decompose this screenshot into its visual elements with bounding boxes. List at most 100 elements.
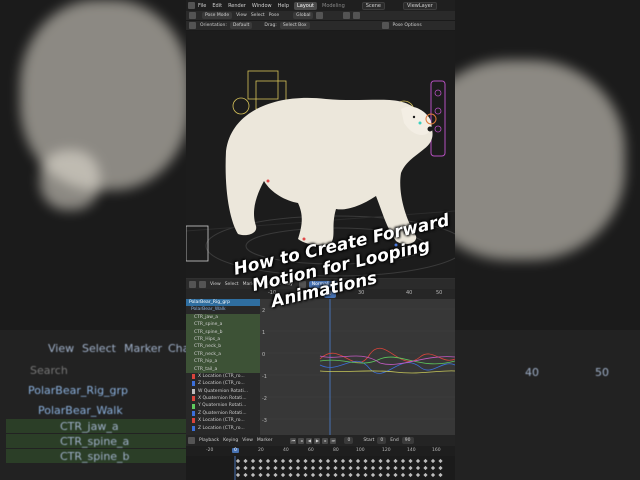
- keyframe-diamond[interactable]: [400, 465, 406, 471]
- next-key-icon[interactable]: ▸: [322, 437, 329, 444]
- keyframe-diamond[interactable]: [370, 465, 376, 471]
- prev-key-icon[interactable]: ◂: [298, 437, 305, 444]
- keyframe-diamond[interactable]: [310, 465, 316, 471]
- channel-curve[interactable]: Z Location (CTR_ro...: [186, 380, 260, 387]
- keyframe-diamond[interactable]: [235, 458, 241, 464]
- menu-pose[interactable]: Pose: [269, 13, 279, 18]
- menu-view[interactable]: View: [236, 13, 247, 18]
- channel-curve[interactable]: Z Quaternion Rotati...: [186, 410, 260, 417]
- keyframe-diamond[interactable]: [310, 458, 316, 464]
- menu-help[interactable]: Help: [275, 3, 292, 9]
- start-frame-field[interactable]: 0: [377, 437, 387, 444]
- keyframe-diamond[interactable]: [273, 472, 278, 478]
- keyframe-diamond[interactable]: [303, 472, 308, 478]
- channel-bone[interactable]: CTR_neck_a: [186, 350, 260, 359]
- channel-curve[interactable]: X Location (CTR_ro...: [186, 417, 260, 424]
- overlay-icon[interactable]: [343, 12, 351, 19]
- keyframe-diamond[interactable]: [288, 458, 293, 464]
- keyframe-diamond[interactable]: [355, 458, 361, 464]
- keyframe-diamond[interactable]: [318, 458, 323, 464]
- keyframe-diamond[interactable]: [303, 465, 308, 471]
- keyframe-diamond[interactable]: [258, 472, 263, 478]
- keyframe-diamond[interactable]: [273, 465, 278, 471]
- keyframe-diamond[interactable]: [258, 465, 263, 471]
- end-frame-field[interactable]: 90: [401, 437, 414, 444]
- keyframe-diamond[interactable]: [385, 472, 391, 478]
- keyframe-diamond[interactable]: [280, 472, 286, 478]
- keyframe-diamond[interactable]: [423, 465, 428, 471]
- keyframe-diamond[interactable]: [438, 458, 443, 464]
- editor-type-icon[interactable]: [189, 280, 196, 288]
- keyframe-diamond[interactable]: [250, 458, 256, 464]
- keyframe-diamond[interactable]: [393, 458, 398, 464]
- keyframe-diamond[interactable]: [280, 465, 286, 471]
- timeline-current-frame[interactable]: 0: [232, 448, 239, 453]
- shading-icon[interactable]: [353, 12, 361, 19]
- keyframe-diamond[interactable]: [348, 472, 353, 478]
- jump-end-icon[interactable]: ⏭: [330, 437, 337, 444]
- keyframe-diamond[interactable]: [370, 472, 376, 478]
- keyframe-diamond[interactable]: [243, 465, 248, 471]
- keyframe-diamond[interactable]: [318, 465, 323, 471]
- options-icon[interactable]: [381, 22, 389, 29]
- keyframe-diamond[interactable]: [423, 472, 428, 478]
- keyframe-diamond[interactable]: [325, 465, 331, 471]
- channel-bone[interactable]: CTR_Hips_a: [186, 335, 260, 344]
- keyframe-diamond[interactable]: [288, 472, 293, 478]
- keyframe-diamond[interactable]: [333, 472, 338, 478]
- keyframe-diamond[interactable]: [378, 465, 383, 471]
- keyframe-diamond[interactable]: [318, 472, 323, 478]
- keyframe-diamond[interactable]: [408, 465, 413, 471]
- menu-file[interactable]: File: [195, 3, 209, 9]
- keyframe-diamond[interactable]: [378, 458, 383, 464]
- keyframe-diamond[interactable]: [355, 472, 361, 478]
- keyframe-diamond[interactable]: [378, 472, 383, 478]
- channel-curve[interactable]: W Quaternion Rotati...: [186, 388, 260, 395]
- jump-start-icon[interactable]: ⏮: [290, 437, 297, 444]
- keyframe-diamond[interactable]: [250, 465, 256, 471]
- keyframe-diamond[interactable]: [288, 465, 293, 471]
- keyframe-diamond[interactable]: [370, 458, 376, 464]
- keyframe-diamond[interactable]: [325, 458, 331, 464]
- keyframe-diamond[interactable]: [250, 472, 256, 478]
- editor-type-icon[interactable]: [188, 437, 195, 444]
- keyframe-diamond[interactable]: [325, 472, 331, 478]
- tab-modeling[interactable]: Modeling: [319, 2, 348, 10]
- keyframe-diamond[interactable]: [280, 458, 286, 464]
- keyframe-diamond[interactable]: [265, 472, 271, 478]
- mode-selector[interactable]: Pose Mode: [202, 12, 233, 19]
- channel-bone[interactable]: CTR_neck_b: [186, 343, 260, 351]
- keyframe-diamond[interactable]: [355, 465, 361, 471]
- keyframe-diamond[interactable]: [295, 465, 301, 471]
- keyframe-diamond[interactable]: [310, 472, 316, 478]
- keyframe-diamond[interactable]: [400, 458, 406, 464]
- keyframe-diamond[interactable]: [385, 465, 391, 471]
- keyframe-diamond[interactable]: [400, 472, 406, 478]
- drag-dropdown[interactable]: Select Box: [279, 22, 310, 29]
- keyframe-diamond[interactable]: [423, 458, 428, 464]
- keyframe-diamond[interactable]: [348, 465, 353, 471]
- keyframe-diamond[interactable]: [265, 458, 271, 464]
- keyframe-diamond[interactable]: [273, 458, 278, 464]
- keyframe-diamond[interactable]: [333, 458, 338, 464]
- snap-icon[interactable]: [316, 12, 324, 19]
- keyframe-diamond[interactable]: [303, 458, 308, 464]
- keyframe-strip[interactable]: [186, 456, 455, 480]
- keyframe-diamond[interactable]: [415, 465, 421, 471]
- menu-render[interactable]: Render: [225, 3, 249, 9]
- menu-view[interactable]: View: [242, 438, 253, 443]
- channel-bone[interactable]: CTR_hip_a: [186, 358, 260, 366]
- keyframe-diamond[interactable]: [408, 472, 413, 478]
- keyframe-diamond[interactable]: [363, 458, 368, 464]
- keyframe-diamond[interactable]: [438, 472, 443, 478]
- keyframe-diamond[interactable]: [258, 458, 263, 464]
- keyframe-diamond[interactable]: [385, 458, 391, 464]
- scene-selector[interactable]: Scene: [361, 1, 385, 10]
- keyframe-diamond[interactable]: [430, 458, 436, 464]
- menu-window[interactable]: Window: [249, 3, 275, 9]
- keyframe-diamond[interactable]: [430, 465, 436, 471]
- channel-bone[interactable]: CTR_tail_a: [186, 365, 260, 373]
- channel-curve[interactable]: Y Quaternion Rotati...: [186, 402, 260, 409]
- editor-type-icon[interactable]: [189, 12, 196, 19]
- current-frame-field[interactable]: 0: [344, 437, 354, 444]
